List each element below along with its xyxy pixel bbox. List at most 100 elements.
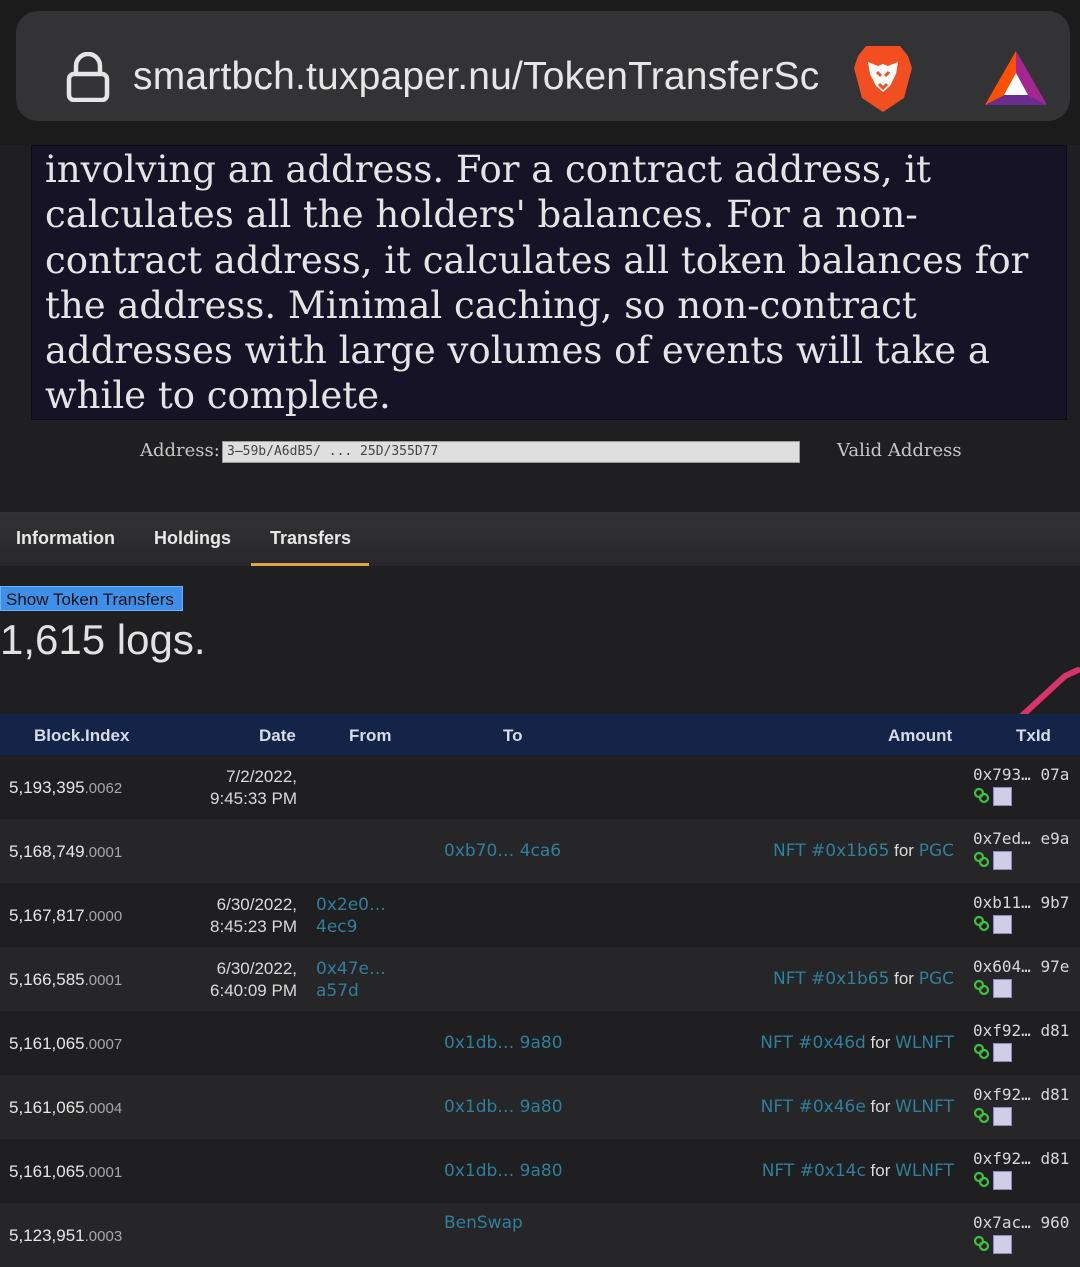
url-text[interactable]: smartbch.tuxpaper.nu/TokenTransferSc xyxy=(133,55,819,99)
amount-cell: NFT #0x46e for WLNFT xyxy=(554,1097,954,1117)
from-address-part1[interactable]: 0x47e… xyxy=(316,958,386,980)
table-row: 5,167,817.0000 6/30/2022, 8:45:23 PM 0x2e0…… xyxy=(0,883,1080,947)
txid-suffix[interactable]: d81 xyxy=(1040,1085,1069,1104)
block-index-cell: 5,167,817.0000 xyxy=(9,906,122,926)
to-address-link[interactable]: 0x1db… 9a80 xyxy=(444,1161,563,1181)
log-index: .0000 xyxy=(84,908,123,925)
txid-link[interactable]: 0x793… 07a xyxy=(973,765,1080,784)
explorer-icon[interactable] xyxy=(993,915,1012,934)
nft-id-link[interactable]: NFT #0x1b65 xyxy=(773,969,889,989)
txid-link[interactable]: 0x7ac… 960 xyxy=(973,1213,1080,1232)
from-address-link[interactable]: 0x47e… a57d xyxy=(316,958,386,1002)
block-number: 5,161,065 xyxy=(9,1162,85,1181)
from-address-part2[interactable]: a57d xyxy=(316,980,386,1002)
txid-suffix[interactable]: 97e xyxy=(1040,957,1069,976)
to-address-link[interactable]: BenSwap xyxy=(444,1213,523,1233)
address-input[interactable]: 3̶59b/A6dB5/ ... 25D/355D77 xyxy=(222,441,800,463)
date-cell: 6/30/2022, 8:45:23 PM xyxy=(157,894,297,938)
token-link[interactable]: WLNFT xyxy=(895,1097,954,1117)
log-count: 1,615 logs. xyxy=(0,616,206,663)
chain-link-icon[interactable] xyxy=(973,851,990,868)
header-to[interactable]: To xyxy=(503,726,523,746)
chain-link-icon[interactable] xyxy=(973,787,990,804)
chain-link-icon[interactable] xyxy=(973,1171,990,1188)
amount-cell: NFT #0x14c for WLNFT xyxy=(554,1161,954,1181)
txid-prefix[interactable]: 0x793… xyxy=(973,765,1031,784)
bat-triangle-icon[interactable] xyxy=(983,49,1049,107)
txid-prefix[interactable]: 0xf92… xyxy=(973,1085,1031,1104)
txid-prefix[interactable]: 0xb11… xyxy=(973,893,1031,912)
tx-icons xyxy=(973,1235,1012,1254)
explorer-icon[interactable] xyxy=(993,1235,1012,1254)
block-index-cell: 5,161,065.0004 xyxy=(9,1098,122,1118)
txid-suffix[interactable]: d81 xyxy=(1040,1021,1069,1040)
to-address-link[interactable]: 0xb70… 4ca6 xyxy=(444,841,561,861)
lock-icon xyxy=(66,52,110,102)
tx-icons xyxy=(973,1171,1012,1190)
txid-suffix[interactable]: 9b7 xyxy=(1040,893,1069,912)
chain-link-icon[interactable] xyxy=(973,1235,990,1252)
token-link[interactable]: PGC xyxy=(919,841,954,861)
header-txid[interactable]: TxId xyxy=(1016,726,1051,746)
show-token-transfers-button[interactable]: Show Token Transfers xyxy=(0,586,183,611)
txid-prefix[interactable]: 0xf92… xyxy=(973,1149,1031,1168)
date-day: 6/30/2022, xyxy=(216,895,297,914)
date-day: 6/30/2022, xyxy=(216,959,297,978)
txid-suffix[interactable]: e9a xyxy=(1040,829,1069,848)
chain-link-icon[interactable] xyxy=(973,915,990,932)
header-amount[interactable]: Amount xyxy=(888,726,952,746)
description-text: involving an address. For a contract add… xyxy=(45,148,1029,418)
txid-prefix[interactable]: 0x604… xyxy=(973,957,1031,976)
explorer-icon[interactable] xyxy=(993,851,1012,870)
txid-suffix[interactable]: 07a xyxy=(1040,765,1069,784)
token-link[interactable]: WLNFT xyxy=(895,1161,954,1181)
chain-link-icon[interactable] xyxy=(973,1107,990,1124)
nft-id-link[interactable]: NFT #0x46d xyxy=(760,1033,866,1053)
explorer-icon[interactable] xyxy=(993,1043,1012,1062)
block-index-cell: 5,123,951.0003 xyxy=(9,1226,122,1246)
token-link[interactable]: WLNFT xyxy=(895,1033,954,1053)
txid-link[interactable]: 0xb11… 9b7 xyxy=(973,893,1080,912)
txid-prefix[interactable]: 0x7ed… xyxy=(973,829,1031,848)
to-address-link[interactable]: 0x1db… 9a80 xyxy=(444,1097,563,1117)
nft-id-link[interactable]: NFT #0x46e xyxy=(761,1097,866,1117)
header-date[interactable]: Date xyxy=(259,726,296,746)
block-number: 5,123,951 xyxy=(9,1226,85,1245)
tab-holdings[interactable]: Holdings xyxy=(154,528,231,549)
date-time: 9:45:33 PM xyxy=(210,789,297,808)
txid-prefix[interactable]: 0xf92… xyxy=(973,1021,1031,1040)
txid-prefix[interactable]: 0x7ac… xyxy=(973,1213,1031,1232)
txid-link[interactable]: 0x604… 97e xyxy=(973,957,1080,976)
nft-id-link[interactable]: NFT #0x14c xyxy=(762,1161,866,1181)
explorer-icon[interactable] xyxy=(993,1171,1012,1190)
explorer-icon[interactable] xyxy=(993,787,1012,806)
explorer-icon[interactable] xyxy=(993,1107,1012,1126)
tab-transfers[interactable]: Transfers xyxy=(270,528,351,549)
tab-bar: Information Holdings Transfers xyxy=(0,512,1080,566)
txid-suffix[interactable]: d81 xyxy=(1040,1149,1069,1168)
txid-suffix[interactable]: 960 xyxy=(1040,1213,1069,1232)
table-row: 5,123,951.0003 BenSwap 0x7ac… 960 xyxy=(0,1203,1080,1267)
header-from[interactable]: From xyxy=(349,726,392,746)
browser-toolbar: smartbch.tuxpaper.nu/TokenTransferSc xyxy=(0,0,1080,145)
txid-link[interactable]: 0xf92… d81 xyxy=(973,1149,1080,1168)
table-header: Block.Index Date From To Amount TxId xyxy=(0,714,1080,755)
from-address-part1[interactable]: 0x2e0… xyxy=(316,894,386,916)
tab-information[interactable]: Information xyxy=(16,528,115,549)
header-block-index[interactable]: Block.Index xyxy=(34,726,129,746)
txid-link[interactable]: 0xf92… d81 xyxy=(973,1085,1080,1104)
address-bar[interactable]: smartbch.tuxpaper.nu/TokenTransferSc xyxy=(16,11,1070,121)
to-address-link[interactable]: 0x1db… 9a80 xyxy=(444,1033,563,1053)
nft-id-link[interactable]: NFT #0x1b65 xyxy=(773,841,889,861)
explorer-icon[interactable] xyxy=(993,979,1012,998)
brave-lion-icon[interactable] xyxy=(852,42,914,114)
txid-link[interactable]: 0xf92… d81 xyxy=(973,1021,1080,1040)
from-address-link[interactable]: 0x2e0… 4ec9 xyxy=(316,894,386,938)
tx-icons xyxy=(973,787,1012,806)
chain-link-icon[interactable] xyxy=(973,979,990,996)
chain-link-icon[interactable] xyxy=(973,1043,990,1060)
block-number: 5,168,749 xyxy=(9,842,85,861)
from-address-part2[interactable]: 4ec9 xyxy=(316,916,386,938)
token-link[interactable]: PGC xyxy=(919,969,954,989)
txid-link[interactable]: 0x7ed… e9a xyxy=(973,829,1080,848)
